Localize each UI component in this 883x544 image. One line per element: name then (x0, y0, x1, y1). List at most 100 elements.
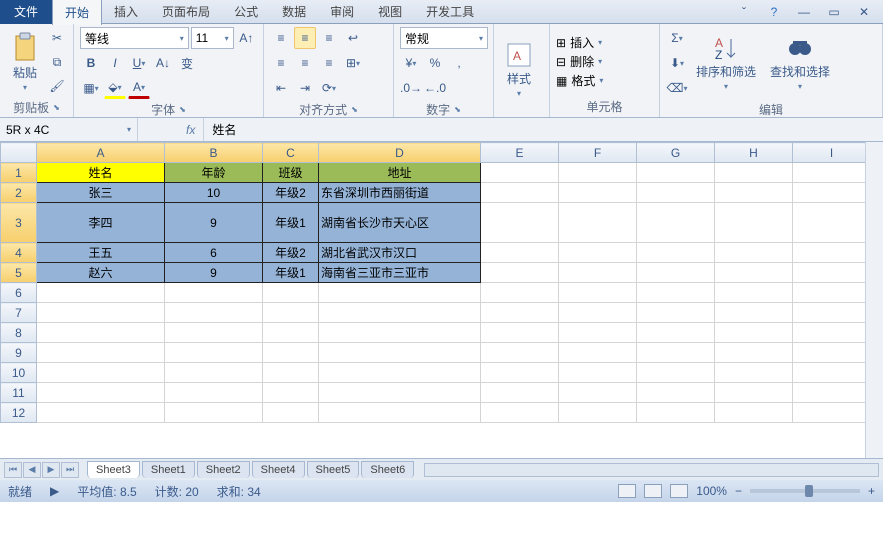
clear-icon[interactable]: ⌫▾ (666, 77, 688, 99)
table-row[interactable]: 10 (1, 363, 871, 383)
cell-styles-button[interactable]: A 样式▾ (500, 27, 538, 113)
first-sheet-button[interactable]: ⏮ (4, 462, 22, 478)
window-close-icon[interactable]: ✕ (853, 1, 875, 23)
bold-button[interactable]: B (80, 52, 102, 74)
group-clipboard: 粘贴 ▾ ✂ ⧉ 🖌 剪贴板⬊ (0, 24, 74, 117)
table-row[interactable]: 5赵六9年级1海南省三亚市三亚市 (1, 263, 871, 283)
format-painter-icon[interactable]: 🖌 (46, 75, 68, 97)
align-top-icon[interactable]: ≡ (270, 27, 292, 49)
table-row[interactable]: 12 (1, 403, 871, 423)
font-name-combo[interactable]: 等线▾ (80, 27, 189, 49)
phonetic-icon[interactable]: 变 (176, 52, 198, 74)
fx-icon[interactable]: fx (178, 118, 204, 141)
percent-icon[interactable]: % (424, 52, 446, 74)
find-select-button[interactable]: 查找和选择▾ (764, 27, 836, 99)
table-row[interactable]: 1 姓名 年龄 班级 地址 (1, 163, 871, 183)
tab-data[interactable]: 数据 (270, 0, 318, 24)
orientation-icon[interactable]: ⟳▾ (318, 77, 340, 99)
formula-input[interactable]: 姓名 (204, 121, 883, 138)
italic-button[interactable]: I (104, 52, 126, 74)
table-row[interactable]: 11 (1, 383, 871, 403)
tab-view[interactable]: 视图 (366, 0, 414, 24)
zoom-level[interactable]: 100% (696, 484, 727, 498)
decrease-indent-icon[interactable]: ⇤ (270, 77, 292, 99)
select-all-corner[interactable] (1, 143, 37, 163)
wrap-text-icon[interactable]: ↩ (342, 27, 364, 49)
horizontal-scrollbar[interactable] (424, 463, 879, 477)
vertical-scrollbar[interactable] (865, 142, 883, 458)
tab-page-layout[interactable]: 页面布局 (150, 0, 222, 24)
font-size-combo[interactable]: 11▾ (191, 27, 234, 49)
column-headers[interactable]: ABCD EFGHI (1, 143, 871, 163)
table-row[interactable]: 8 (1, 323, 871, 343)
sheet-tab[interactable]: Sheet3 (87, 461, 140, 478)
align-middle-icon[interactable]: ≡ (294, 27, 316, 49)
fill-color-button[interactable]: ⬙▾ (104, 77, 126, 99)
ribbon-tabbar: 文件 开始 插入 页面布局 公式 数据 审阅 视图 开发工具 ˇ ? — ▭ ✕ (0, 0, 883, 24)
styles-icon: A (506, 42, 532, 68)
window-restore-icon[interactable]: ▭ (823, 1, 845, 23)
format-cells-button[interactable]: ▦格式▾ (556, 72, 653, 89)
currency-icon[interactable]: ¥▾ (400, 52, 422, 74)
shrink-font-icon[interactable]: A↓ (152, 52, 174, 74)
zoom-in-button[interactable]: + (868, 484, 875, 498)
cut-icon[interactable]: ✂ (46, 27, 68, 49)
grow-font-icon[interactable]: A↑ (236, 27, 257, 49)
minimize-ribbon-icon[interactable]: ˇ (733, 1, 755, 23)
table-row[interactable]: 9 (1, 343, 871, 363)
font-color-button[interactable]: A▾ (128, 77, 150, 99)
last-sheet-button[interactable]: ⏭ (61, 462, 79, 478)
macro-record-icon[interactable]: ▶ (50, 484, 59, 498)
align-left-icon[interactable]: ≡ (270, 52, 292, 74)
tab-home[interactable]: 开始 (52, 0, 102, 25)
sort-filter-button[interactable]: AZ 排序和筛选▾ (690, 27, 762, 99)
underline-button[interactable]: U▾ (128, 52, 150, 74)
copy-icon[interactable]: ⧉ (46, 51, 68, 73)
decrease-decimal-icon[interactable]: ←.0 (424, 77, 446, 99)
tab-review[interactable]: 审阅 (318, 0, 366, 24)
sheet-tab[interactable]: Sheet1 (142, 461, 195, 478)
autosum-icon[interactable]: Σ▾ (666, 27, 688, 49)
table-row[interactable]: 3李四9年级1湖南省长沙市天心区 (1, 203, 871, 243)
table-row[interactable]: 7 (1, 303, 871, 323)
comma-icon[interactable]: , (448, 52, 470, 74)
styles-label: 样式 (507, 70, 531, 87)
page-break-view-button[interactable] (670, 484, 688, 498)
table-row[interactable]: 2张三10年级2东省深圳市西丽街道 (1, 183, 871, 203)
paste-label: 粘贴 (13, 64, 37, 81)
zoom-slider[interactable] (750, 489, 860, 493)
fill-icon[interactable]: ⬇▾ (666, 52, 688, 74)
sheet-tab[interactable]: Sheet5 (307, 461, 360, 478)
next-sheet-button[interactable]: ▶ (42, 462, 60, 478)
worksheet-grid[interactable]: ABCD EFGHI 1 姓名 年龄 班级 地址 2张三10年级2东省深圳市西丽… (0, 142, 883, 458)
help-icon[interactable]: ? (763, 1, 785, 23)
tab-insert[interactable]: 插入 (102, 0, 150, 24)
number-format-combo[interactable]: 常规▾ (400, 27, 488, 49)
insert-cells-button[interactable]: ⊞插入▾ (556, 34, 653, 51)
tab-developer[interactable]: 开发工具 (414, 0, 486, 24)
increase-indent-icon[interactable]: ⇥ (294, 77, 316, 99)
align-right-icon[interactable]: ≡ (318, 52, 340, 74)
increase-decimal-icon[interactable]: .0→ (400, 77, 422, 99)
group-number: 常规▾ ¥▾ % , .0→ ←.0 数字⬊ (394, 24, 494, 117)
sheet-tab[interactable]: Sheet6 (361, 461, 414, 478)
delete-cells-button[interactable]: ⊟删除▾ (556, 53, 653, 70)
table-row[interactable]: 4王五6年级2湖北省武汉市汉口 (1, 243, 871, 263)
window-minimize-icon[interactable]: — (793, 1, 815, 23)
sheet-tab[interactable]: Sheet2 (197, 461, 250, 478)
page-layout-view-button[interactable] (644, 484, 662, 498)
align-center-icon[interactable]: ≡ (294, 52, 316, 74)
group-editing: Σ▾ ⬇▾ ⌫▾ AZ 排序和筛选▾ 查找和选择▾ 编辑 (660, 24, 883, 117)
zoom-out-button[interactable]: − (735, 484, 742, 498)
prev-sheet-button[interactable]: ◀ (23, 462, 41, 478)
tab-formulas[interactable]: 公式 (222, 0, 270, 24)
table-row[interactable]: 6 (1, 283, 871, 303)
file-tab[interactable]: 文件 (0, 0, 52, 24)
align-bottom-icon[interactable]: ≡ (318, 27, 340, 49)
normal-view-button[interactable] (618, 484, 636, 498)
name-box[interactable]: 5R x 4C▾ (0, 118, 138, 141)
paste-button[interactable]: 粘贴 ▾ (6, 27, 44, 97)
merge-cells-icon[interactable]: ⊞▾ (342, 52, 364, 74)
sheet-tab[interactable]: Sheet4 (252, 461, 305, 478)
border-button[interactable]: ▦▾ (80, 77, 102, 99)
